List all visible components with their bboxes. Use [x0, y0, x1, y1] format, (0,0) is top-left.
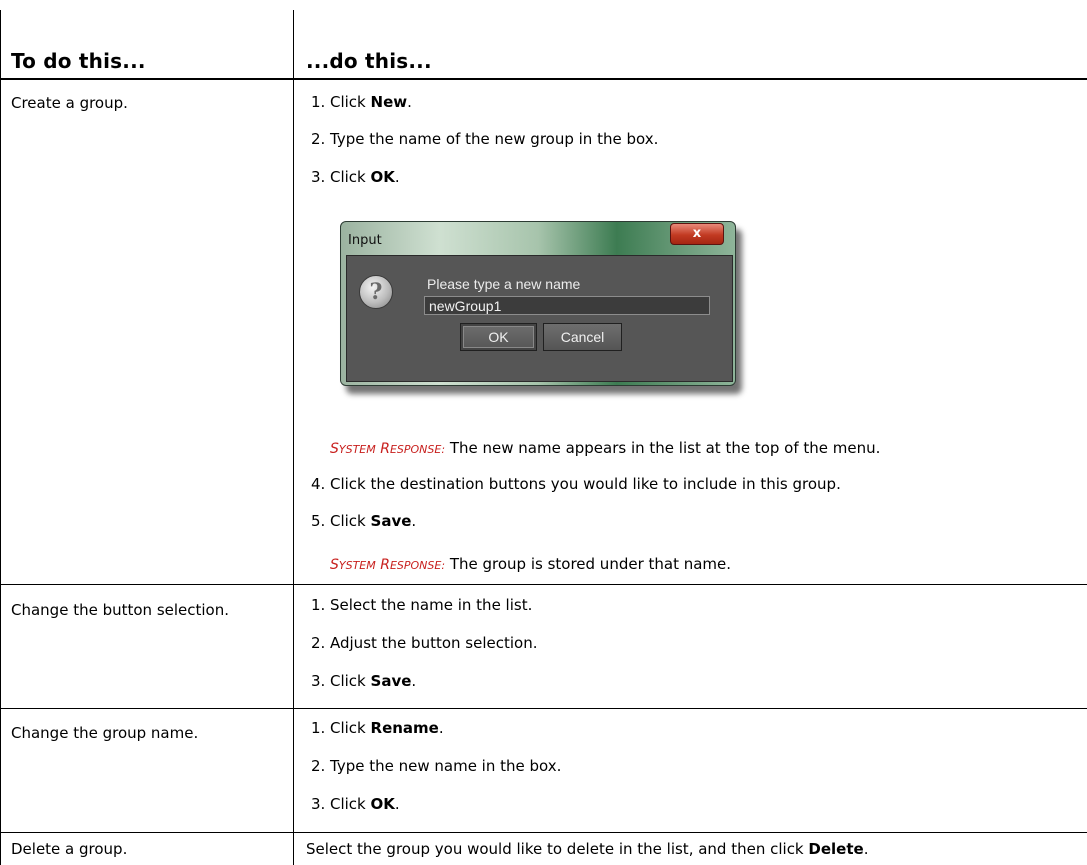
input-dialog: Input x ? Please type a new name OK Canc… — [340, 221, 742, 394]
row-divider — [0, 584, 1087, 585]
step-number: 3. — [311, 672, 326, 690]
system-response: SYSTEM RESPONSE: The new name appears in… — [330, 439, 880, 459]
cancel-button[interactable]: Cancel — [543, 323, 622, 351]
column-header-task: To do this... — [11, 49, 146, 73]
step-text: Select the name in the list. — [330, 596, 533, 614]
column-header-steps: ...do this... — [306, 49, 432, 73]
dialog-frame: Input x ? Please type a new name OK Canc… — [340, 221, 736, 386]
step-number: 4. — [311, 475, 326, 493]
dialog-prompt: Please type a new name — [427, 276, 581, 292]
task-label: Delete a group. — [11, 840, 128, 858]
step-number: 3. — [311, 795, 326, 813]
step-text: Click OK. — [330, 795, 400, 813]
task-label: Change the button selection. — [11, 601, 230, 619]
step-number: 1. — [311, 93, 326, 111]
step-number: 1. — [311, 719, 326, 737]
question-icon: ? — [359, 275, 393, 309]
step-number: 2. — [311, 130, 326, 148]
header-divider — [0, 78, 1087, 80]
row-divider — [0, 708, 1087, 709]
step-number: 3. — [311, 168, 326, 186]
system-response: SYSTEM RESPONSE: The group is stored und… — [330, 555, 731, 575]
step-text: Type the name of the new group in the bo… — [330, 130, 659, 148]
ok-button[interactable]: OK — [460, 323, 537, 351]
step-number: 2. — [311, 757, 326, 775]
name-input[interactable] — [424, 296, 710, 315]
dialog-title: Input — [348, 233, 382, 248]
step-number: 1. — [311, 596, 326, 614]
table-left-border — [0, 10, 1, 865]
system-response-text: The group is stored under that name. — [449, 555, 732, 573]
step-number: 5. — [311, 512, 326, 530]
step-text: Click the destination buttons you would … — [330, 475, 841, 493]
close-button[interactable]: x — [670, 223, 724, 245]
step-number: 2. — [311, 634, 326, 652]
dialog-body: ? Please type a new name OK Cancel — [346, 255, 733, 382]
system-response-label: SYSTEM RESPONSE: — [330, 441, 446, 457]
step-text: Select the group you would like to delet… — [306, 840, 869, 858]
system-response-text: The new name appears in the list at the … — [449, 439, 881, 457]
step-text: Adjust the button selection. — [330, 634, 538, 652]
step-text: Click Rename. — [330, 719, 444, 737]
column-divider — [293, 10, 294, 865]
row-divider — [0, 832, 1087, 833]
step-text: Type the new name in the box. — [330, 757, 562, 775]
step-text: Click Save. — [330, 512, 417, 530]
step-text: Click Save. — [330, 672, 417, 690]
task-label: Create a group. — [11, 94, 128, 112]
system-response-label: SYSTEM RESPONSE: — [330, 557, 446, 573]
task-label: Change the group name. — [11, 724, 199, 742]
step-text: Click New. — [330, 93, 412, 111]
step-text: Click OK. — [330, 168, 400, 186]
